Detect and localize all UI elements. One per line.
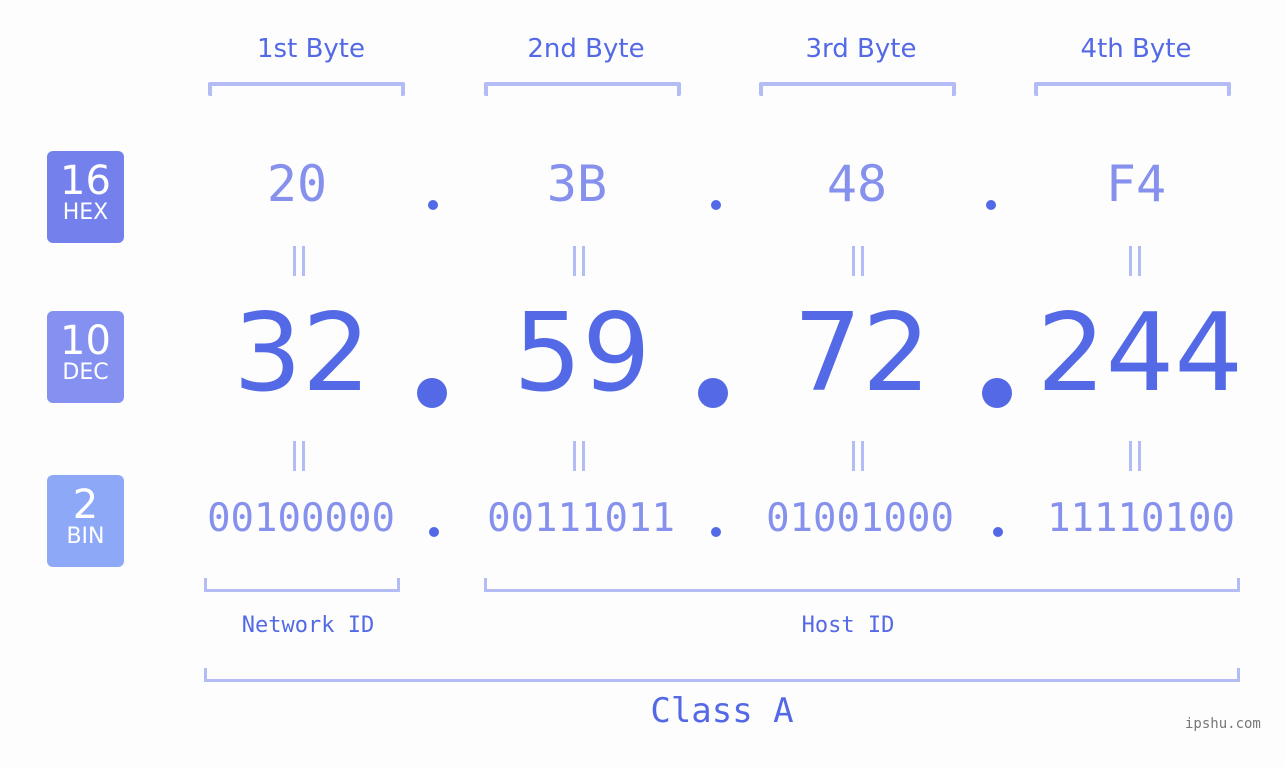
bin-base-number: 2 xyxy=(72,482,99,528)
equals-icon xyxy=(1127,246,1143,276)
dec-dot-1 xyxy=(417,378,447,408)
byte-bracket-1 xyxy=(208,82,405,96)
dec-base-label: DEC xyxy=(62,360,109,385)
bin-value-1: 00100000 xyxy=(207,496,395,541)
equals-icon xyxy=(571,441,587,471)
bin-dot-3 xyxy=(993,527,1003,537)
hex-value-4: F4 xyxy=(1105,155,1167,213)
bin-dot-2 xyxy=(711,527,721,537)
hex-dot-3 xyxy=(986,200,996,210)
equals-icon xyxy=(571,246,587,276)
byte-bracket-3 xyxy=(759,82,956,96)
byte-bracket-4 xyxy=(1034,82,1231,96)
hex-badge: 16 HEX xyxy=(47,151,124,243)
hex-dot-1 xyxy=(428,200,438,210)
network-id-bracket xyxy=(204,578,400,592)
bin-value-3: 01001000 xyxy=(766,496,954,541)
equals-icon xyxy=(850,441,866,471)
dec-base-number: 10 xyxy=(60,318,111,364)
host-id-label: Host ID xyxy=(801,613,895,638)
bin-value-4: 11110100 xyxy=(1047,496,1235,541)
watermark: ipshu.com xyxy=(1185,716,1261,732)
hex-base-label: HEX xyxy=(62,200,109,225)
byte-header-1: 1st Byte xyxy=(257,34,365,64)
equals-icon xyxy=(1127,441,1143,471)
dec-dot-2 xyxy=(698,378,728,408)
bin-badge: 2 BIN xyxy=(47,475,124,567)
hex-value-3: 48 xyxy=(826,155,888,213)
bin-base-label: BIN xyxy=(66,524,105,549)
byte-bracket-2 xyxy=(484,82,681,96)
hex-dot-2 xyxy=(711,200,721,210)
bin-dot-1 xyxy=(429,527,439,537)
hex-base-number: 16 xyxy=(60,158,111,204)
dec-value-3: 72 xyxy=(793,291,931,416)
dec-value-2: 59 xyxy=(513,291,651,416)
dec-badge: 10 DEC xyxy=(47,311,124,403)
class-bracket xyxy=(204,668,1240,682)
byte-header-4: 4th Byte xyxy=(1080,34,1192,64)
bin-value-2: 00111011 xyxy=(487,496,675,541)
hex-value-1: 20 xyxy=(266,155,328,213)
equals-icon xyxy=(291,441,307,471)
hex-value-2: 3B xyxy=(546,155,608,213)
byte-header-3: 3rd Byte xyxy=(805,34,917,64)
equals-icon xyxy=(850,246,866,276)
dec-value-4: 244 xyxy=(1036,291,1244,416)
dec-dot-3 xyxy=(982,378,1012,408)
network-id-label: Network ID xyxy=(241,613,375,638)
class-label: Class A xyxy=(650,691,794,731)
dec-value-1: 32 xyxy=(233,291,371,416)
byte-header-2: 2nd Byte xyxy=(527,34,645,64)
equals-icon xyxy=(291,246,307,276)
host-id-bracket xyxy=(484,578,1240,592)
